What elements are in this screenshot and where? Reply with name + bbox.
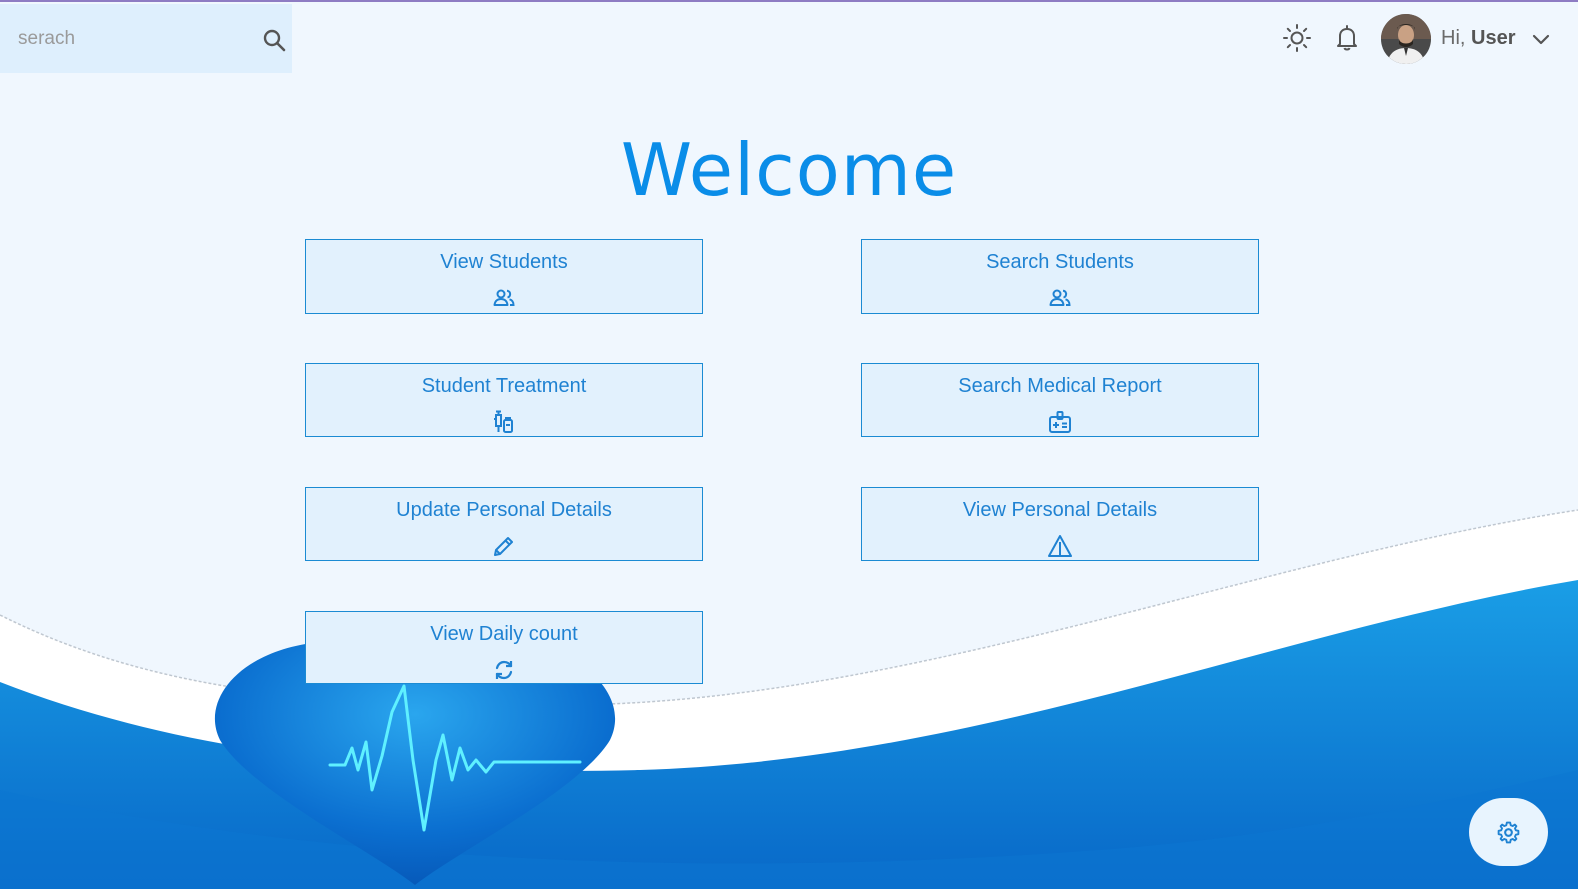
avatar[interactable] [1381,14,1431,64]
chevron-down-icon[interactable] [1530,28,1552,50]
medical-id-card-icon [1049,411,1071,433]
search-students-button[interactable]: Search Students [861,239,1259,314]
student-treatment-button[interactable]: Student Treatment [305,363,703,437]
top-border-line [0,0,1578,2]
card-label: View Personal Details [962,499,1158,521]
bell-icon[interactable] [1332,23,1362,53]
update-personal-details-button[interactable]: Update Personal Details [305,487,703,561]
users-icon [493,289,515,306]
view-students-button[interactable]: View Students [305,239,703,314]
pencil-icon [494,537,513,556]
user-name: User [1471,27,1516,49]
view-daily-count-button[interactable]: View Daily count [305,611,703,684]
search-input[interactable] [0,4,258,73]
gear-icon [1497,821,1520,844]
sun-icon[interactable] [1282,23,1312,53]
users-icon [1049,289,1071,306]
refresh-icon [495,660,513,680]
view-personal-details-button[interactable]: View Personal Details [861,487,1259,561]
search-medical-report-button[interactable]: Search Medical Report [861,363,1259,437]
search-bar [0,4,292,73]
card-label: Search Medical Report [958,375,1162,397]
card-label: Update Personal Details [396,499,612,521]
syringe-vial-icon [494,410,513,433]
settings-button[interactable] [1469,798,1548,866]
page-title: Welcome [620,128,958,212]
card-label: Search Students [986,251,1134,273]
card-label: View Daily count [430,623,578,645]
card-label: Student Treatment [421,375,587,397]
search-icon[interactable] [262,28,286,52]
user-greeting[interactable]: Hi, User [1441,27,1516,50]
warning-triangle-icon [1048,535,1072,557]
greeting-prefix: Hi, [1441,27,1466,49]
card-label: View Students [440,251,568,273]
